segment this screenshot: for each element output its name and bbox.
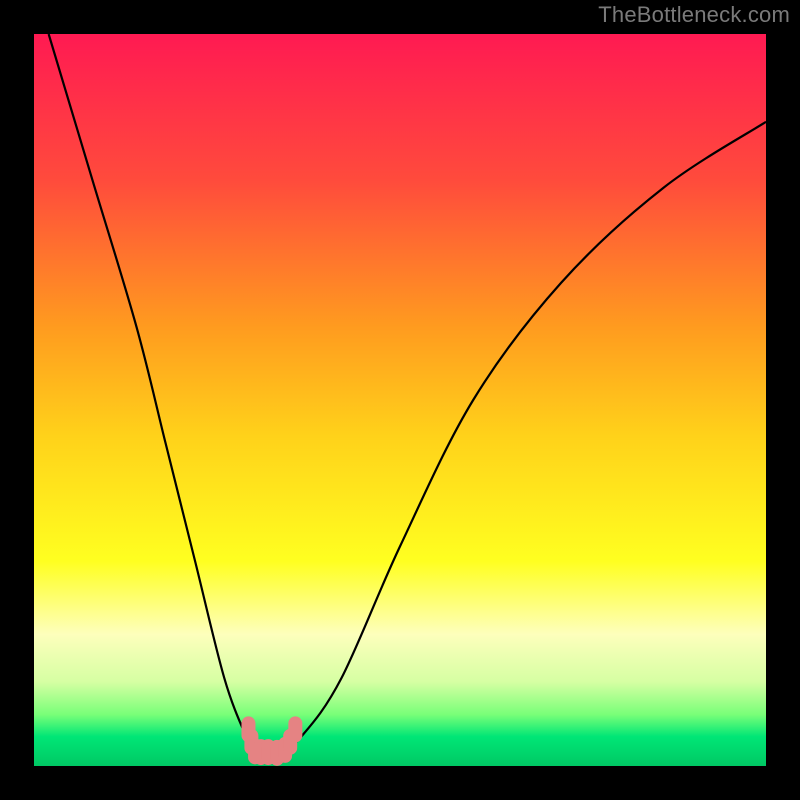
chart-frame: TheBottleneck.com xyxy=(0,0,800,800)
plot-background xyxy=(34,34,766,766)
marker-point xyxy=(288,716,302,742)
bottleneck-chart xyxy=(0,0,800,800)
watermark-label: TheBottleneck.com xyxy=(598,2,790,28)
